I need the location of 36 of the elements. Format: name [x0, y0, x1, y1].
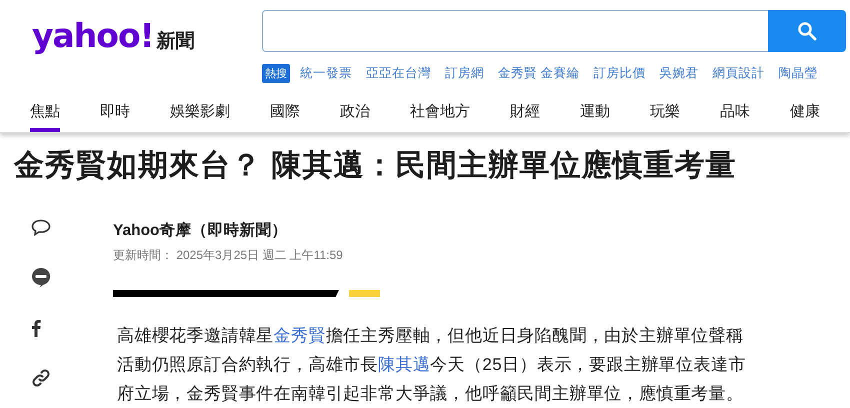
nav-tab[interactable]: 娛樂影劇: [170, 98, 230, 132]
nav-tab[interactable]: 國際: [270, 98, 300, 132]
nav-tab[interactable]: 焦點: [30, 98, 60, 132]
nav-tab[interactable]: 玩樂: [650, 98, 680, 132]
nav-tab[interactable]: 財經: [510, 98, 540, 132]
comment-icon[interactable]: [31, 219, 51, 236]
nav-tab[interactable]: 政治: [340, 98, 370, 132]
search-field[interactable]: [262, 10, 768, 52]
update-time: 更新時間： 2025年3月25日 週二 上午11:59: [113, 247, 344, 264]
article-link[interactable]: 陳其邁: [378, 355, 430, 374]
trending-link[interactable]: 訂房網: [445, 65, 484, 82]
logo[interactable]: yahoo!: [32, 16, 154, 55]
nav-tab[interactable]: 運動: [580, 98, 610, 132]
nav-tab[interactable]: 社會地方: [410, 98, 470, 132]
chat-bubble-icon[interactable]: [31, 267, 51, 288]
trending-link[interactable]: 訂房比價: [593, 65, 646, 82]
article-paragraph: 高雄櫻花季邀請韓星金秀賢擔任主秀壓軸，但他近日身陷醜聞，由於主辦單位聲稱活動仍照原訂合約執行，高雄市長陳其邁今天（25日）表示，要跟主辦單位表達市府立場，金秀賢事件在南韓引起非常大爭議，他呼籲民間主辦單位，應慎重考量。: [117, 325, 747, 405]
author-name: Yahoo奇摩（即時新聞）: [113, 220, 289, 241]
link-icon[interactable]: [31, 368, 51, 388]
nav-tab[interactable]: 健康: [790, 98, 820, 132]
article-link[interactable]: 金秀賢: [274, 326, 326, 345]
trending-badge: 熱搜: [262, 64, 290, 83]
nav-tab[interactable]: 即時: [100, 98, 130, 132]
search-button[interactable]: [768, 10, 846, 52]
trending-link[interactable]: 吳婉君: [659, 65, 698, 82]
trending-link[interactable]: 金秀賢 金賽綸: [498, 65, 580, 82]
nav-tab[interactable]: 品味: [720, 98, 750, 132]
trending-link[interactable]: 陶晶瑩: [778, 65, 818, 82]
trending-link[interactable]: 統一發票: [300, 65, 352, 82]
trending-link[interactable]: 網頁設計: [712, 65, 764, 82]
section-title: 新聞: [156, 30, 195, 54]
accent-bar: [349, 290, 380, 297]
facebook-icon[interactable]: [31, 319, 41, 337]
search-icon: [797, 21, 817, 41]
trending-link[interactable]: 亞亞在台灣: [366, 65, 431, 82]
article-title: 金秀賢如期來台？ 陳其邁：民間主辦單位應慎重考量: [14, 148, 738, 184]
